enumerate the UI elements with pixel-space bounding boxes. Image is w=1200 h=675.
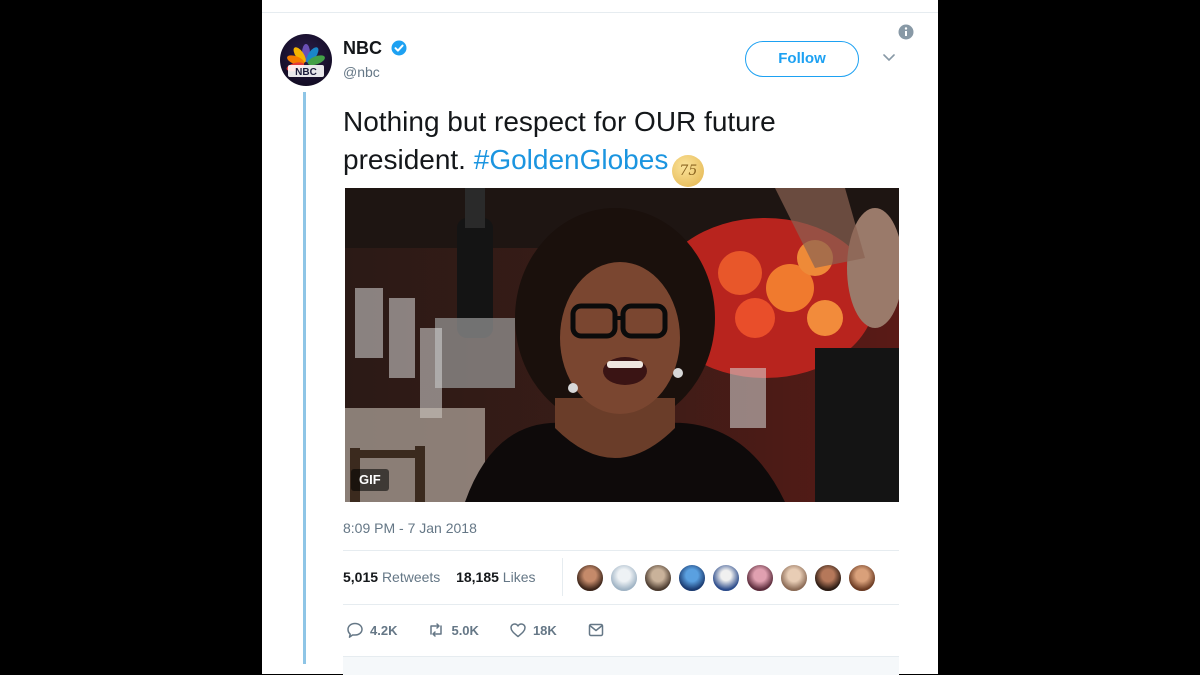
tweet-media[interactable] xyxy=(345,188,899,502)
tweet-actions: 4.2K 5.0K 18K xyxy=(346,620,605,640)
liker-avatar[interactable] xyxy=(814,564,842,592)
like-icon xyxy=(510,623,526,638)
liker-avatar[interactable] xyxy=(848,564,876,592)
gif-badge: GIF xyxy=(351,469,389,491)
info-icon[interactable] xyxy=(898,24,914,40)
retweets-label: Retweets xyxy=(381,569,441,585)
like-count: 18K xyxy=(532,622,557,638)
card-top-border xyxy=(262,12,938,13)
divider-top xyxy=(343,550,899,551)
retweet-count: 5.0K xyxy=(451,622,479,638)
stats-separator xyxy=(562,558,563,596)
retweets-stat[interactable]: 5,015 Retweets xyxy=(343,569,440,585)
liker-avatar[interactable] xyxy=(610,564,638,592)
author-name[interactable]: NBC xyxy=(343,38,382,59)
reply-icon xyxy=(347,622,363,638)
liker-avatar[interactable] xyxy=(746,564,774,592)
liker-avatar[interactable] xyxy=(712,564,740,592)
retweets-count: 5,015 xyxy=(343,569,379,585)
reply-box-edge xyxy=(343,656,899,675)
chevron-down-icon[interactable] xyxy=(882,52,896,64)
nbc-peacock-icon: NBC xyxy=(286,44,325,78)
avatar[interactable]: NBC xyxy=(280,34,332,86)
liker-avatar[interactable] xyxy=(576,564,604,592)
verified-badge-icon xyxy=(391,40,407,56)
avatar-logo-text: NBC xyxy=(295,67,317,78)
reply-button[interactable]: 4.2K xyxy=(346,621,397,639)
retweet-icon xyxy=(430,623,443,637)
media-image xyxy=(345,188,899,502)
liker-avatar[interactable] xyxy=(644,564,672,592)
author-handle[interactable]: @nbc xyxy=(343,64,380,80)
like-button[interactable]: 18K xyxy=(509,621,557,639)
hashtag-link[interactable]: #GoldenGlobes xyxy=(474,144,669,175)
direct-message-button[interactable] xyxy=(587,621,605,639)
liker-avatar[interactable] xyxy=(678,564,706,592)
engagement-stats: 5,015 Retweets 18,185 Likes xyxy=(343,569,535,585)
tweet-timestamp[interactable]: 8:09 PM - 7 Jan 2018 xyxy=(343,520,477,536)
divider-bottom xyxy=(343,604,899,605)
thread-line xyxy=(303,92,306,664)
hashflag-icon: 75 xyxy=(672,155,705,187)
likes-count: 18,185 xyxy=(456,569,499,585)
liker-avatars xyxy=(576,564,876,592)
reply-count: 4.2K xyxy=(370,622,398,638)
message-icon xyxy=(588,623,604,637)
likes-stat[interactable]: 18,185 Likes xyxy=(456,569,535,585)
tweet-text: Nothing but respect for OUR future presi… xyxy=(343,103,863,187)
retweet-button[interactable]: 5.0K xyxy=(427,621,479,639)
likes-label: Likes xyxy=(502,569,536,585)
follow-button[interactable]: Follow xyxy=(745,41,859,77)
liker-avatar[interactable] xyxy=(780,564,808,592)
